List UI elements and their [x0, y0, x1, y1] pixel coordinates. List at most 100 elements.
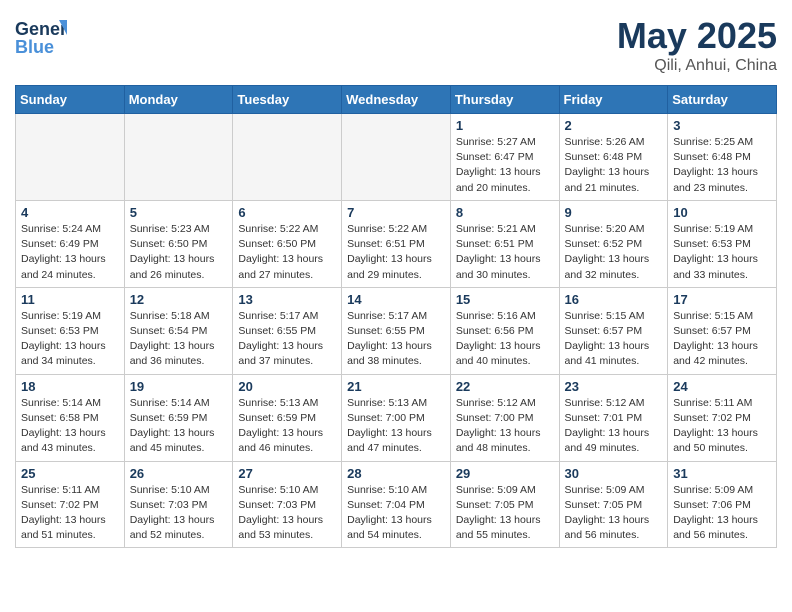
weekday-wednesday: Wednesday [342, 86, 451, 114]
day-number: 16 [565, 292, 663, 307]
day-number: 26 [130, 466, 228, 481]
weekday-thursday: Thursday [450, 86, 559, 114]
week-row-5: 25Sunrise: 5:11 AM Sunset: 7:02 PM Dayli… [16, 461, 777, 548]
weekday-sunday: Sunday [16, 86, 125, 114]
day-number: 2 [565, 118, 663, 133]
day-info: Sunrise: 5:10 AM Sunset: 7:04 PM Dayligh… [347, 483, 445, 544]
day-cell: 24 Sunrise: 5:11 AM Sunset: 7:02 PM Dayli… [668, 374, 777, 461]
day-number: 9 [565, 205, 663, 220]
day-info: Sunrise: 5:09 AM Sunset: 7:05 PM Dayligh… [456, 483, 554, 544]
day-cell: 2Sunrise: 5:26 AM Sunset: 6:48 PM Daylig… [559, 114, 668, 201]
day-info: Sunrise: 5:19 AM Sunset: 6:53 PM Dayligh… [21, 309, 119, 370]
calendar-body: 1 Sunrise: 5:27 AM Sunset: 6:47 PM Daylig… [16, 114, 777, 548]
day-number: 29 [456, 466, 554, 481]
day-info: Sunrise: 5:19 AM Sunset: 6:53 PM Dayligh… [673, 222, 771, 283]
day-cell: 25Sunrise: 5:11 AM Sunset: 7:02 PM Dayli… [16, 461, 125, 548]
day-info: Sunrise: 5:15 AM Sunset: 6:57 PM Dayligh… [565, 309, 663, 370]
day-cell: 10 Sunrise: 5:19 AM Sunset: 6:53 PM Dayli… [668, 200, 777, 287]
day-cell: 4 Sunrise: 5:24 AM Sunset: 6:49 PM Daylig… [16, 200, 125, 287]
title-block: May 2025 Qili, Anhui, China [617, 15, 777, 75]
day-cell: 18Sunrise: 5:14 AM Sunset: 6:58 PM Dayli… [16, 374, 125, 461]
day-info: Sunrise: 5:10 AM Sunset: 7:03 PM Dayligh… [238, 483, 336, 544]
day-number: 1 [456, 118, 554, 133]
day-cell: 23 Sunrise: 5:12 AM Sunset: 7:01 PM Dayli… [559, 374, 668, 461]
day-info: Sunrise: 5:17 AM Sunset: 6:55 PM Dayligh… [347, 309, 445, 370]
day-info: Sunrise: 5:11 AM Sunset: 7:02 PM Dayligh… [673, 396, 771, 457]
day-cell: 29 Sunrise: 5:09 AM Sunset: 7:05 PM Dayli… [450, 461, 559, 548]
day-info: Sunrise: 5:14 AM Sunset: 6:58 PM Dayligh… [21, 396, 119, 457]
day-number: 5 [130, 205, 228, 220]
day-cell: 17Sunrise: 5:15 AM Sunset: 6:57 PM Dayli… [668, 287, 777, 374]
day-cell: 16 Sunrise: 5:15 AM Sunset: 6:57 PM Dayli… [559, 287, 668, 374]
week-row-2: 4 Sunrise: 5:24 AM Sunset: 6:49 PM Daylig… [16, 200, 777, 287]
day-info: Sunrise: 5:18 AM Sunset: 6:54 PM Dayligh… [130, 309, 228, 370]
day-cell: 22 Sunrise: 5:12 AM Sunset: 7:00 PM Dayli… [450, 374, 559, 461]
page-header: General Blue May 2025 Qili, Anhui, China [15, 15, 777, 75]
logo: General Blue [15, 15, 67, 60]
day-info: Sunrise: 5:21 AM Sunset: 6:51 PM Dayligh… [456, 222, 554, 283]
day-info: Sunrise: 5:09 AM Sunset: 7:06 PM Dayligh… [673, 483, 771, 544]
day-info: Sunrise: 5:24 AM Sunset: 6:49 PM Dayligh… [21, 222, 119, 283]
svg-text:General: General [15, 19, 67, 39]
day-cell: 1 Sunrise: 5:27 AM Sunset: 6:47 PM Daylig… [450, 114, 559, 201]
day-number: 27 [238, 466, 336, 481]
day-cell [16, 114, 125, 201]
day-cell: 11 Sunrise: 5:19 AM Sunset: 6:53 PM Dayli… [16, 287, 125, 374]
day-cell: 7 Sunrise: 5:22 AM Sunset: 6:51 PM Daylig… [342, 200, 451, 287]
day-cell: 19 Sunrise: 5:14 AM Sunset: 6:59 PM Dayli… [124, 374, 233, 461]
day-info: Sunrise: 5:15 AM Sunset: 6:57 PM Dayligh… [673, 309, 771, 370]
day-number: 12 [130, 292, 228, 307]
weekday-monday: Monday [124, 86, 233, 114]
weekday-header-row: SundayMondayTuesdayWednesdayThursdayFrid… [16, 86, 777, 114]
day-cell: 13Sunrise: 5:17 AM Sunset: 6:55 PM Dayli… [233, 287, 342, 374]
weekday-saturday: Saturday [668, 86, 777, 114]
calendar-table: SundayMondayTuesdayWednesdayThursdayFrid… [15, 85, 777, 548]
day-cell: 6 Sunrise: 5:22 AM Sunset: 6:50 PM Daylig… [233, 200, 342, 287]
day-number: 19 [130, 379, 228, 394]
day-number: 21 [347, 379, 445, 394]
day-number: 6 [238, 205, 336, 220]
day-number: 22 [456, 379, 554, 394]
weekday-friday: Friday [559, 86, 668, 114]
day-info: Sunrise: 5:12 AM Sunset: 7:00 PM Dayligh… [456, 396, 554, 457]
day-number: 15 [456, 292, 554, 307]
location-subtitle: Qili, Anhui, China [617, 57, 777, 75]
day-number: 10 [673, 205, 771, 220]
day-number: 4 [21, 205, 119, 220]
svg-text:Blue: Blue [15, 37, 54, 57]
day-cell: 9 Sunrise: 5:20 AM Sunset: 6:52 PM Daylig… [559, 200, 668, 287]
day-info: Sunrise: 5:17 AM Sunset: 6:55 PM Dayligh… [238, 309, 336, 370]
week-row-1: 1 Sunrise: 5:27 AM Sunset: 6:47 PM Daylig… [16, 114, 777, 201]
day-number: 23 [565, 379, 663, 394]
day-cell: 28 Sunrise: 5:10 AM Sunset: 7:04 PM Dayli… [342, 461, 451, 548]
day-info: Sunrise: 5:20 AM Sunset: 6:52 PM Dayligh… [565, 222, 663, 283]
day-info: Sunrise: 5:13 AM Sunset: 7:00 PM Dayligh… [347, 396, 445, 457]
logo-icon: General Blue [15, 15, 67, 60]
day-number: 24 [673, 379, 771, 394]
day-number: 11 [21, 292, 119, 307]
day-number: 30 [565, 466, 663, 481]
day-cell: 21 Sunrise: 5:13 AM Sunset: 7:00 PM Dayli… [342, 374, 451, 461]
month-year-title: May 2025 [617, 15, 777, 57]
day-info: Sunrise: 5:25 AM Sunset: 6:48 PM Dayligh… [673, 135, 771, 196]
day-number: 20 [238, 379, 336, 394]
day-cell [342, 114, 451, 201]
day-info: Sunrise: 5:10 AM Sunset: 7:03 PM Dayligh… [130, 483, 228, 544]
day-cell [124, 114, 233, 201]
day-number: 31 [673, 466, 771, 481]
day-info: Sunrise: 5:23 AM Sunset: 6:50 PM Dayligh… [130, 222, 228, 283]
day-number: 3 [673, 118, 771, 133]
day-info: Sunrise: 5:09 AM Sunset: 7:05 PM Dayligh… [565, 483, 663, 544]
day-cell: 5 Sunrise: 5:23 AM Sunset: 6:50 PM Daylig… [124, 200, 233, 287]
day-info: Sunrise: 5:22 AM Sunset: 6:50 PM Dayligh… [238, 222, 336, 283]
week-row-4: 18Sunrise: 5:14 AM Sunset: 6:58 PM Dayli… [16, 374, 777, 461]
day-info: Sunrise: 5:13 AM Sunset: 6:59 PM Dayligh… [238, 396, 336, 457]
day-cell: 12 Sunrise: 5:18 AM Sunset: 6:54 PM Dayli… [124, 287, 233, 374]
day-info: Sunrise: 5:27 AM Sunset: 6:47 PM Dayligh… [456, 135, 554, 196]
day-cell [233, 114, 342, 201]
day-info: Sunrise: 5:12 AM Sunset: 7:01 PM Dayligh… [565, 396, 663, 457]
day-number: 28 [347, 466, 445, 481]
day-info: Sunrise: 5:14 AM Sunset: 6:59 PM Dayligh… [130, 396, 228, 457]
day-number: 7 [347, 205, 445, 220]
day-info: Sunrise: 5:22 AM Sunset: 6:51 PM Dayligh… [347, 222, 445, 283]
